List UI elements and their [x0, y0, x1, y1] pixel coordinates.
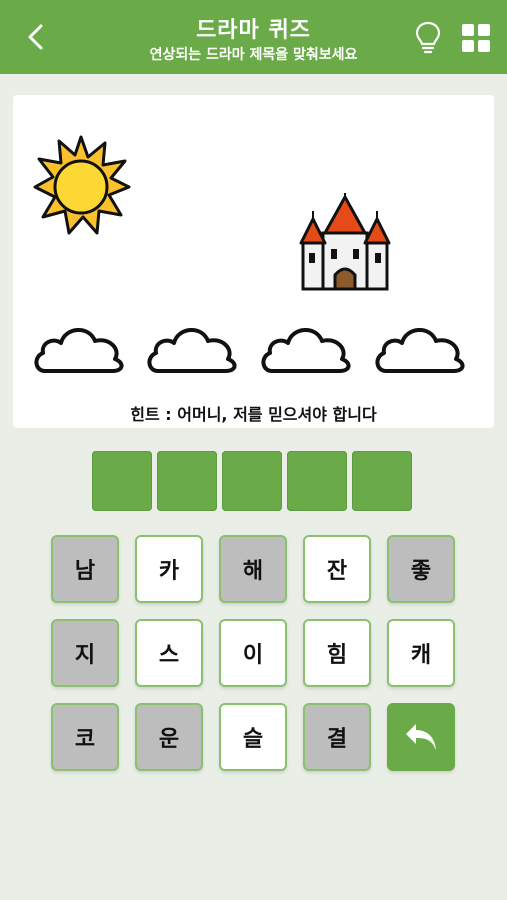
letter-key[interactable]: 지 — [51, 619, 119, 687]
letter-key[interactable]: 카 — [135, 535, 203, 603]
hint-button[interactable] — [412, 20, 444, 56]
letter-key[interactable]: 코 — [51, 703, 119, 771]
letter-key[interactable]: 결 — [303, 703, 371, 771]
answer-slot[interactable] — [287, 451, 347, 511]
undo-arrow-icon — [406, 724, 436, 750]
cloud-icon — [34, 328, 124, 373]
lightbulb-icon — [415, 21, 441, 54]
letter-key[interactable]: 슬 — [219, 703, 287, 771]
letter-keyboard: 남 카 해 잔 좋 지 스 이 힘 캐 코 운 슬 결 — [51, 535, 459, 771]
cloud-icon — [261, 328, 351, 373]
cloud-icon — [147, 328, 237, 373]
app-header: 드라마 퀴즈 연상되는 드라마 제목을 맞춰보세요 — [0, 0, 507, 74]
letter-key[interactable]: 해 — [219, 535, 287, 603]
letter-key[interactable]: 스 — [135, 619, 203, 687]
letter-key[interactable]: 좋 — [387, 535, 455, 603]
castle-icon — [299, 193, 391, 291]
letter-key[interactable]: 캐 — [387, 619, 455, 687]
sun-icon — [33, 135, 131, 235]
cloud-icon — [375, 328, 465, 373]
answer-slots — [92, 451, 412, 511]
puzzle-card: 힌트 : 어머니, 저를 믿으셔야 합니다 — [13, 95, 494, 428]
letter-key[interactable]: 이 — [219, 619, 287, 687]
answer-slot[interactable] — [352, 451, 412, 511]
menu-button[interactable] — [460, 22, 492, 54]
letter-key[interactable]: 힘 — [303, 619, 371, 687]
answer-slot[interactable] — [222, 451, 282, 511]
answer-slot[interactable] — [157, 451, 217, 511]
answer-slot[interactable] — [92, 451, 152, 511]
undo-button[interactable] — [387, 703, 455, 771]
letter-key[interactable]: 운 — [135, 703, 203, 771]
letter-key[interactable]: 잔 — [303, 535, 371, 603]
grid-menu-icon — [462, 24, 490, 52]
hint-text: 힌트 : 어머니, 저를 믿으셔야 합니다 — [130, 405, 377, 424]
letter-key[interactable]: 남 — [51, 535, 119, 603]
